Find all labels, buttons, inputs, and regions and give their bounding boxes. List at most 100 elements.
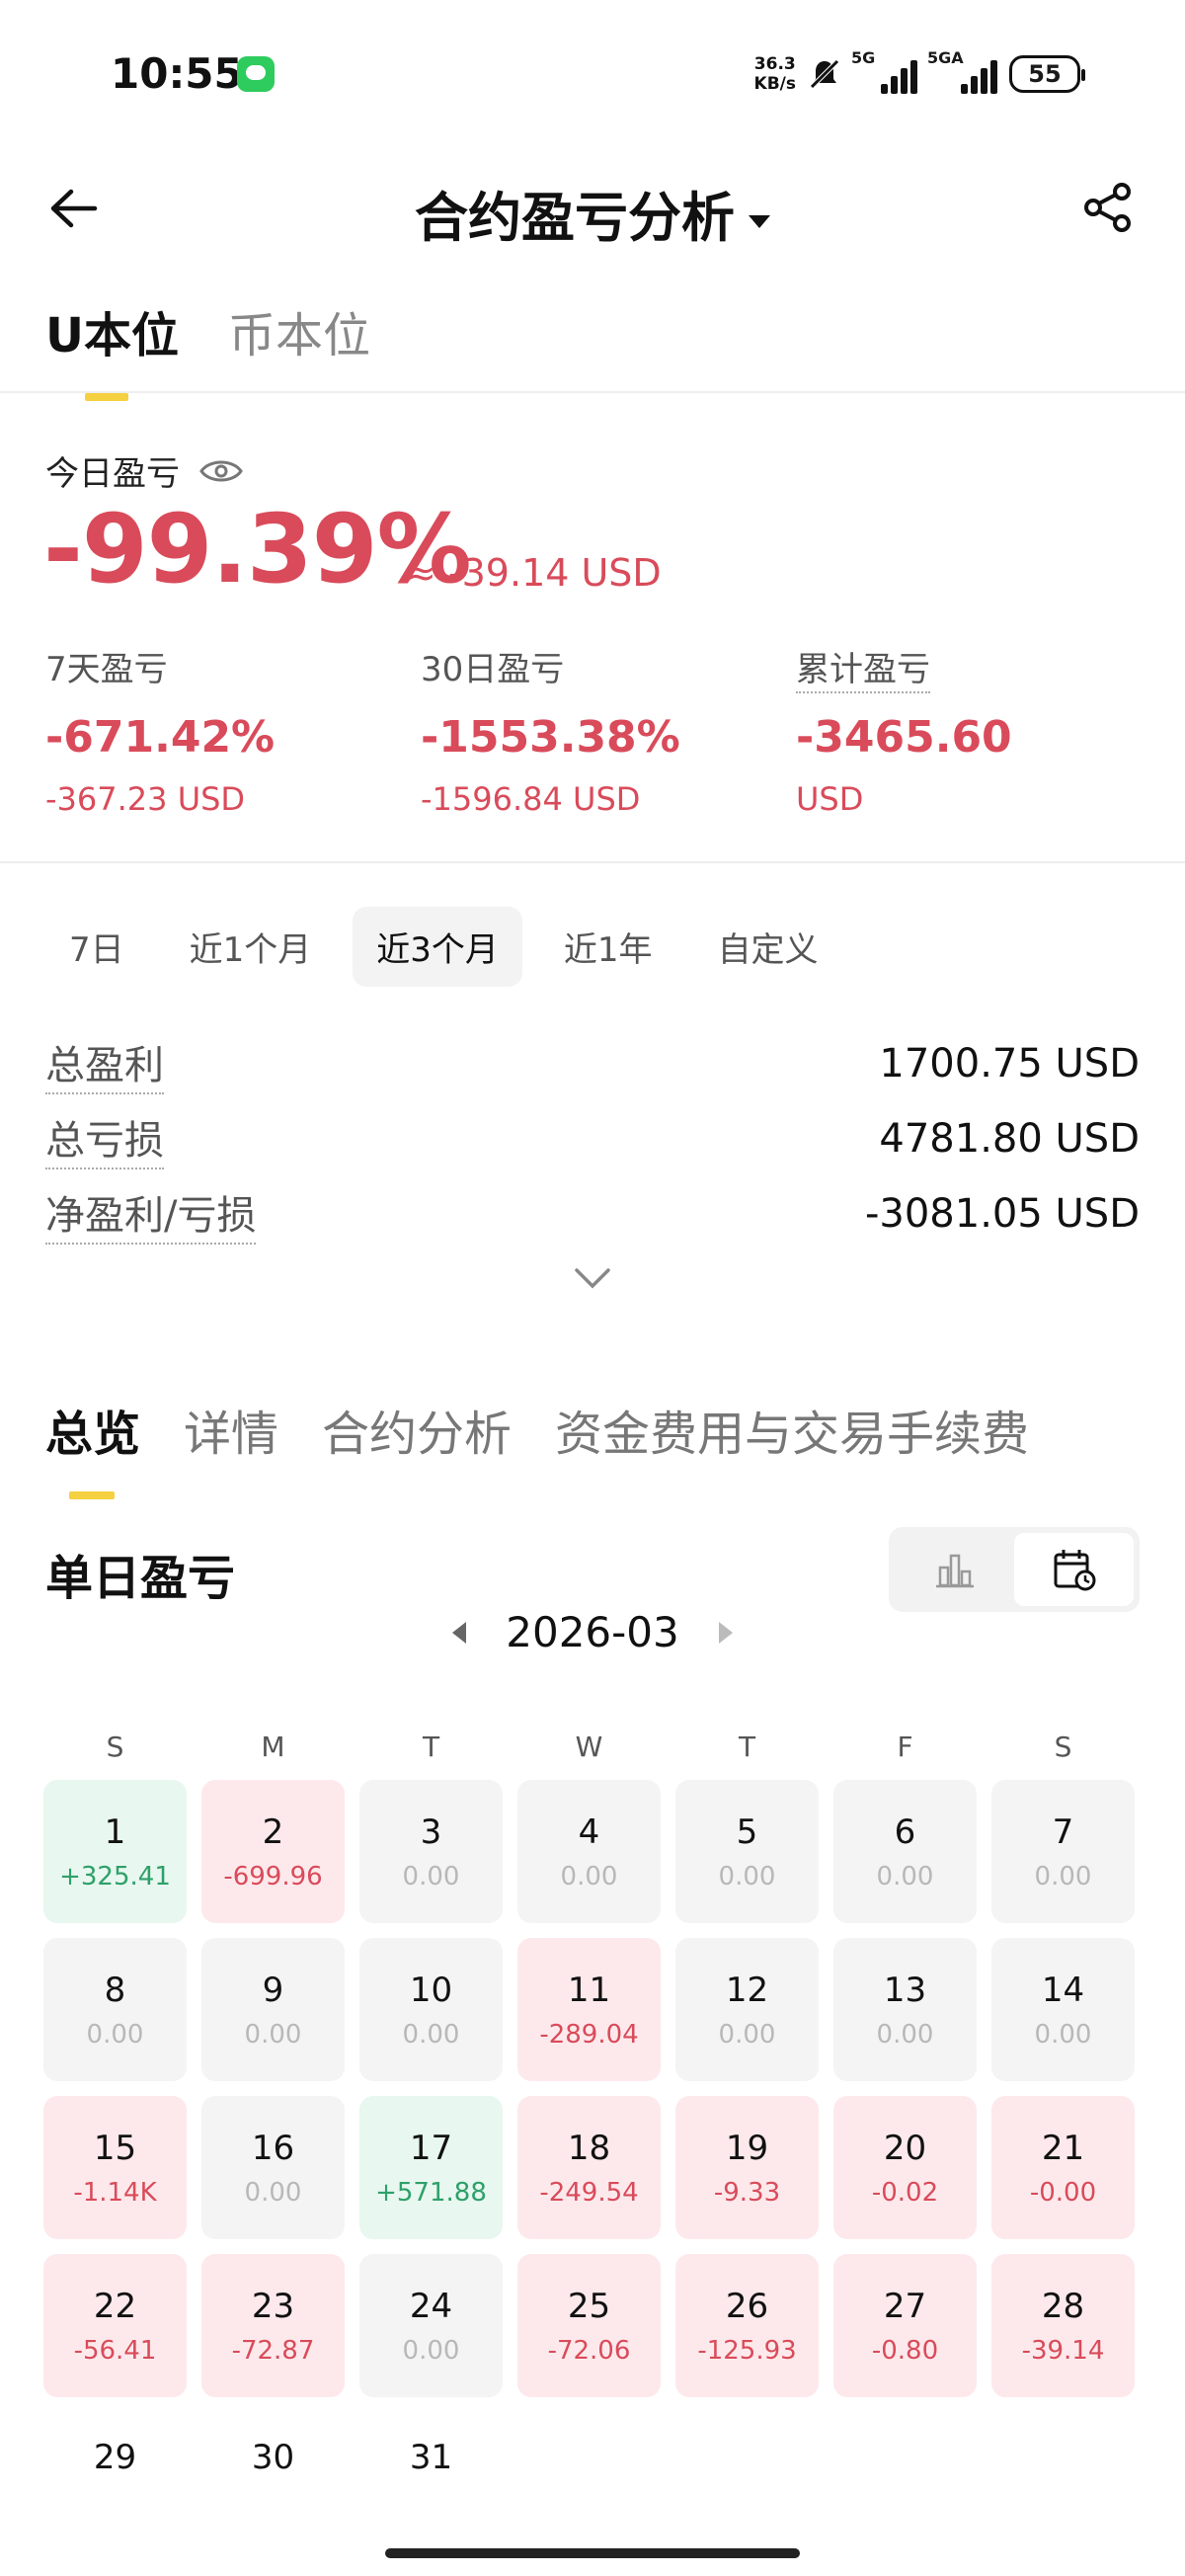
calendar-day[interactable]: 15 -1.14K [43,2096,187,2239]
calendar-day[interactable]: 1 +325.41 [43,1780,187,1923]
calendar-day[interactable]: 24 0.00 [359,2254,503,2397]
chevron-down-icon[interactable] [573,1266,612,1290]
calendar-icon [1054,1550,1095,1591]
calendar-day[interactable]: 8 0.00 [43,1938,187,2081]
period-7d[interactable]: 7日 [45,907,148,987]
tab-usdt-margined[interactable]: U本位 [45,296,179,401]
today-pnl-usd: ≈ -39.14 USD [405,551,662,595]
day-number: 19 [725,2128,769,2168]
calendar-day[interactable]: 4 0.00 [517,1780,661,1923]
tab-funding-fees[interactable]: 资金费用与交易手续费 [555,1395,1029,1499]
day-pnl-value: -9.33 [713,2177,781,2208]
weekday-label: W [575,1731,603,1763]
period-3m[interactable]: 近3个月 [353,907,522,987]
calendar-day[interactable]: 20 -0.02 [833,2096,977,2239]
day-number: 4 [578,1811,600,1852]
stat-value: -3465.60 [796,712,1012,763]
day-number: 25 [567,2286,611,2326]
signal-5ga-label: 5GA [927,48,964,67]
day-pnl-value: 0.00 [402,1861,460,1892]
day-number: 15 [93,2128,137,2168]
share-icon[interactable] [1080,180,1136,235]
day-number: 2 [262,1811,284,1852]
divider [0,391,1185,393]
calendar-day[interactable]: 3 0.00 [359,1780,503,1923]
eye-icon[interactable] [199,456,243,486]
page-title-dropdown[interactable]: 合约盈亏分析 [0,174,1185,252]
stat-7d: 7天盈亏 -671.42% -367.23 USD [45,642,275,818]
next-month-icon[interactable] [718,1621,733,1644]
stat-label: 7天盈亏 [45,650,168,689]
period-1m[interactable]: 近1个月 [166,907,336,987]
day-pnl-value: 0.00 [876,2019,934,2050]
calendar-day[interactable]: 21 -0.00 [991,2096,1135,2239]
chart-view-button[interactable] [895,1533,1014,1606]
day-number: 30 [251,2438,295,2477]
calendar-day[interactable]: 23 -72.87 [201,2254,345,2397]
weekday-label: F [897,1731,913,1763]
tab-overview[interactable]: 总览 [45,1395,140,1499]
bar-chart-icon [935,1554,974,1588]
summary-total-loss: 总亏损 4781.80 USD [45,1108,1140,1169]
tab-contract-analysis[interactable]: 合约分析 [322,1395,512,1499]
day-pnl-value: 0.00 [718,1861,776,1892]
network-speed: 36.3 KB/s [754,54,796,94]
calendar-day[interactable]: 9 0.00 [201,1938,345,2081]
summary-label[interactable]: 总亏损 [45,1108,164,1169]
calendar-day[interactable]: 29 [43,2412,187,2555]
calendar-day[interactable]: 27 -0.80 [833,2254,977,2397]
summary-label[interactable]: 总盈利 [45,1033,164,1094]
current-month[interactable]: 2026-03 [506,1608,679,1656]
day-pnl-value: -289.04 [539,2019,639,2050]
calendar-day[interactable]: 7 0.00 [991,1780,1135,1923]
day-number: 27 [883,2286,927,2326]
calendar-day[interactable]: 28 -39.14 [991,2254,1135,2397]
today-pnl-label-row: 今日盈亏 [45,446,243,495]
calendar-day[interactable]: 22 -56.41 [43,2254,187,2397]
calendar-day[interactable]: 10 0.00 [359,1938,503,2081]
calendar-day[interactable]: 26 -125.93 [675,2254,819,2397]
calendar-day[interactable]: 19 -9.33 [675,2096,819,2239]
day-number: 5 [736,1811,758,1852]
calendar-day[interactable]: 13 0.00 [833,1938,977,2081]
calendar-day[interactable]: 18 -249.54 [517,2096,661,2239]
day-pnl-value: 0.00 [560,1861,618,1892]
summary-value: 1700.75 USD [879,1041,1140,1087]
calendar-day[interactable]: 25 -72.06 [517,2254,661,2397]
calendar-day[interactable]: 30 [201,2412,345,2555]
calendar-day[interactable]: 14 0.00 [991,1938,1135,2081]
calendar-day[interactable]: 6 0.00 [833,1780,977,1923]
calendar-view-button[interactable] [1014,1533,1134,1606]
calendar-day[interactable]: 16 0.00 [201,2096,345,2239]
day-number: 20 [883,2128,927,2168]
daily-pnl-title: 单日盈亏 [45,1551,236,1606]
day-pnl-value: -0.80 [871,2335,939,2366]
prev-month-icon[interactable] [452,1621,467,1644]
day-pnl-value: -0.02 [871,2177,939,2208]
app-header: 合约盈亏分析 [0,148,1185,267]
home-indicator[interactable] [385,2548,800,2558]
day-pnl-value: 0.00 [402,2019,460,2050]
calendar-day[interactable]: 17 +571.88 [359,2096,503,2239]
calendar-day[interactable]: 12 0.00 [675,1938,819,2081]
period-1y[interactable]: 近1年 [540,907,676,987]
summary-label[interactable]: 净盈利/亏损 [45,1183,257,1245]
stat-usd: -367.23 USD [45,780,246,818]
calendar-day[interactable]: 11 -289.04 [517,1938,661,2081]
day-pnl-value: -0.00 [1029,2177,1097,2208]
day-pnl-value: -249.54 [539,2177,639,2208]
calendar-day[interactable]: 5 0.00 [675,1780,819,1923]
day-number: 24 [409,2286,453,2326]
tab-details[interactable]: 详情 [184,1395,278,1499]
day-pnl-value: 0.00 [86,2019,144,2050]
tab-coin-margined[interactable]: 币本位 [228,296,370,401]
stat-cumulative: 累计盈亏 -3465.60 USD [796,642,1012,818]
status-indicators: 36.3 KB/s 5G 5GA 55 [754,48,1085,99]
stat-label[interactable]: 累计盈亏 [796,650,930,693]
weekday-label: S [1054,1731,1072,1763]
calendar-day[interactable]: 31 [359,2412,503,2555]
day-pnl-value: -39.14 [1021,2335,1105,2366]
day-number: 28 [1041,2286,1085,2326]
calendar-day[interactable]: 2 -699.96 [201,1780,345,1923]
period-custom[interactable]: 自定义 [694,907,842,987]
